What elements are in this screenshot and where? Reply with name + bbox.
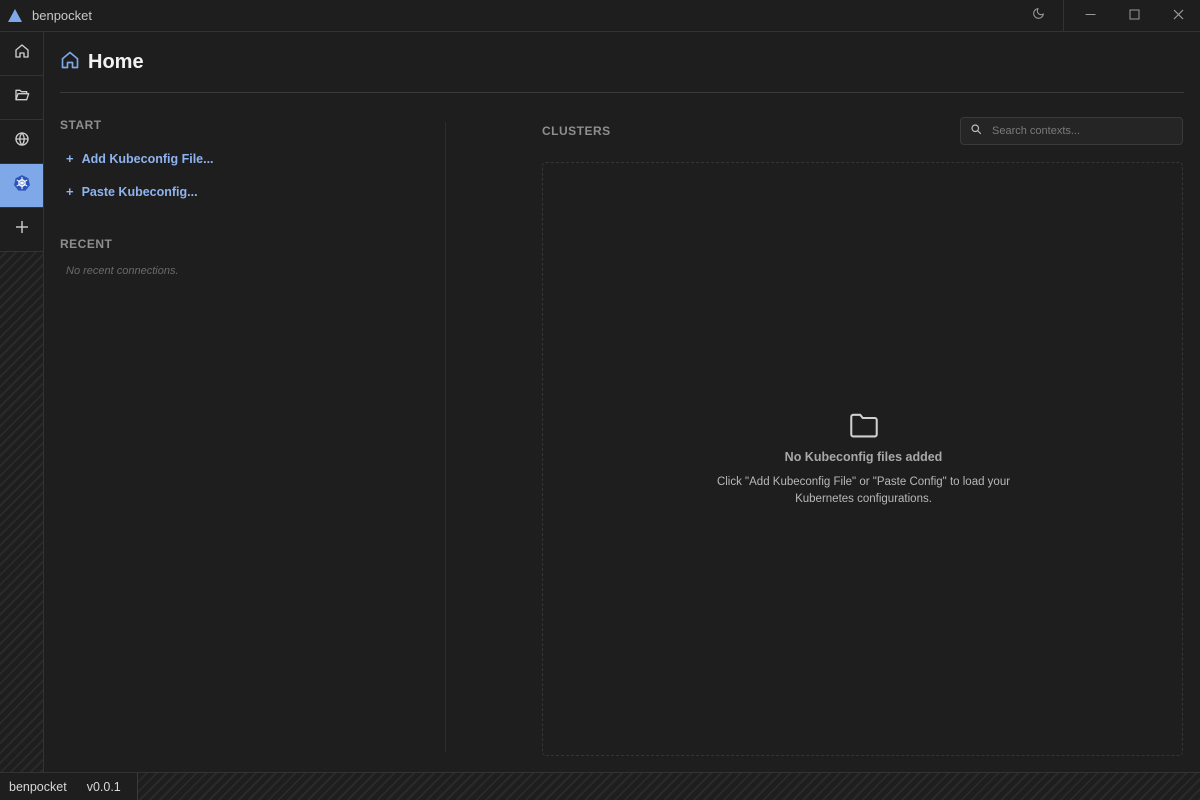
- recent-section-label: RECENT: [60, 237, 113, 251]
- start-section-label: START: [60, 118, 102, 132]
- empty-state-description: Click "Add Kubeconfig File" or "Paste Co…: [716, 476, 1011, 505]
- kubernetes-icon: [13, 174, 31, 197]
- title-bar: benpocket: [0, 0, 1200, 32]
- maximize-button[interactable]: [1112, 0, 1156, 32]
- folder-open-icon: [14, 87, 30, 108]
- status-version: v0.0.1: [86, 779, 121, 794]
- maximize-icon: [1129, 7, 1140, 25]
- home-icon: [60, 50, 80, 75]
- globe-icon: [14, 131, 30, 152]
- page-title: Home: [88, 51, 144, 73]
- app-window: benpocket Home START + Add Kubeconfig Fi…: [0, 0, 1200, 800]
- main-content: Home START + Add Kubeconfig File... + Pa…: [44, 32, 1200, 772]
- search-contexts-input[interactable]: [992, 125, 1172, 137]
- header-divider: [60, 92, 1184, 93]
- sidebar-item-kubernetes[interactable]: [0, 164, 43, 208]
- status-app-name: benpocket: [9, 779, 67, 794]
- add-kubeconfig-file-label: Add Kubeconfig File...: [81, 151, 214, 166]
- sidebar: [0, 32, 44, 772]
- sidebar-item-network[interactable]: [0, 120, 43, 164]
- paste-kubeconfig-button[interactable]: + Paste Kubeconfig...: [66, 184, 198, 199]
- empty-state: No Kubeconfig files added Click "Add Kub…: [543, 411, 1184, 508]
- page-header: Home: [60, 50, 144, 75]
- search-contexts-box[interactable]: [960, 117, 1183, 145]
- no-recent-text: No recent connections.: [66, 265, 179, 277]
- column-divider: [445, 122, 446, 752]
- paste-kubeconfig-label: Paste Kubeconfig...: [81, 184, 198, 199]
- plus-icon: [15, 220, 29, 239]
- theme-toggle-button[interactable]: [1014, 0, 1064, 32]
- empty-state-title: No Kubeconfig files added: [784, 450, 943, 464]
- status-app-info: benpocket v0.0.1: [0, 773, 138, 800]
- search-icon: [970, 122, 982, 140]
- app-logo-icon: [8, 8, 24, 24]
- sidebar-item-add[interactable]: [0, 208, 43, 252]
- app-title: benpocket: [32, 8, 92, 23]
- moon-icon: [1032, 7, 1045, 25]
- add-kubeconfig-file-button[interactable]: + Add Kubeconfig File...: [66, 151, 214, 166]
- minimize-button[interactable]: [1068, 0, 1112, 32]
- clusters-section-label: CLUSTERS: [542, 124, 611, 138]
- folder-icon: [848, 413, 880, 443]
- close-icon: [1173, 7, 1184, 25]
- status-bar: benpocket v0.0.1: [0, 772, 1200, 800]
- home-icon: [14, 43, 30, 64]
- clusters-panel: No Kubeconfig files added Click "Add Kub…: [542, 162, 1183, 756]
- sidebar-item-home[interactable]: [0, 32, 43, 76]
- plus-icon: +: [66, 184, 74, 199]
- minimize-icon: [1085, 7, 1096, 25]
- sidebar-item-files[interactable]: [0, 76, 43, 120]
- close-window-button[interactable]: [1156, 0, 1200, 32]
- plus-icon: +: [66, 151, 74, 166]
